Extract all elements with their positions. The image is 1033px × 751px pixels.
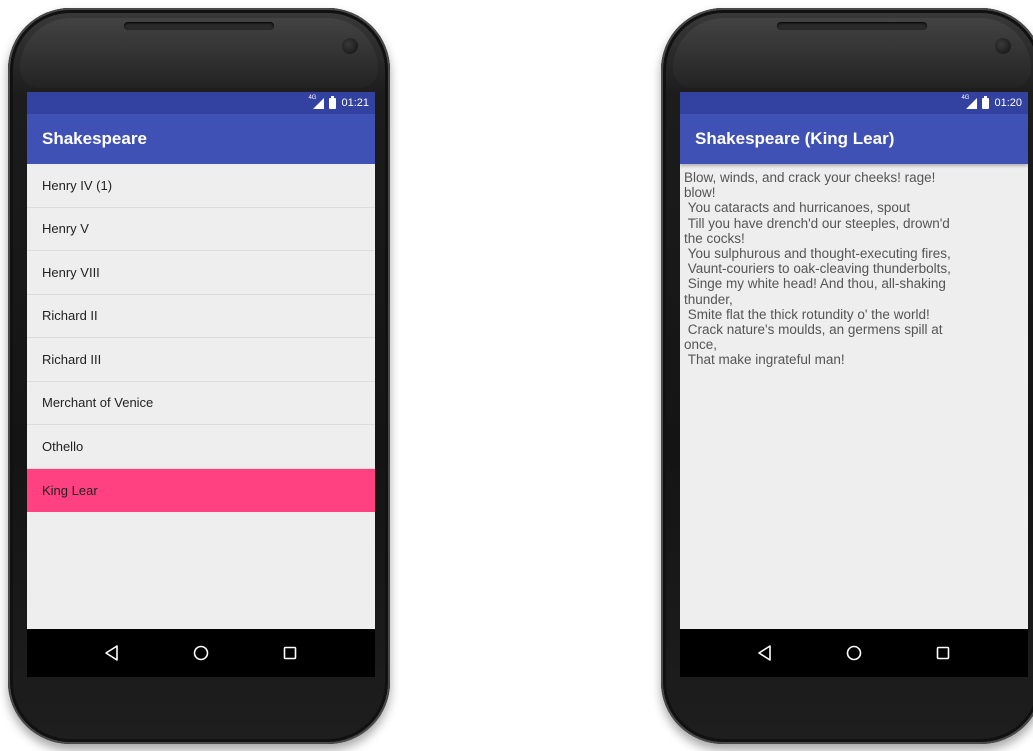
speaker-grille [777,22,927,30]
signal-icon: 4G [308,95,325,109]
list-item-henry-iv-1[interactable]: Henry IV (1) [27,164,375,208]
recents-icon[interactable] [275,638,305,668]
list-item-label: Merchant of Venice [42,395,154,411]
list-item-merchant-of-venice[interactable]: Merchant of Venice [27,382,375,425]
app-bar: Shakespeare (King Lear) [680,114,1028,164]
list-item-richard-iii[interactable]: Richard III [27,338,375,382]
list-item-label: Henry VIII [42,264,100,280]
back-icon[interactable] [97,638,127,668]
list-item-richard-ii[interactable]: Richard II [27,295,375,338]
screen-left: 4G 01:21 Shakespeare Henry IV (1) Henry … [27,92,375,677]
screen-right: 4G 01:20 Shakespeare (King Lear) Blow, w… [680,92,1028,677]
battery-icon [982,95,990,109]
app-title: Shakespeare (King Lear) [695,129,895,148]
list-item-label: King Lear [42,482,98,498]
home-icon[interactable] [186,638,216,668]
speaker-grille [124,22,274,30]
status-bar: 4G 01:21 [27,92,375,114]
back-icon[interactable] [750,638,780,668]
front-camera [342,38,358,54]
app-title: Shakespeare [42,129,147,148]
home-icon[interactable] [839,638,869,668]
status-time: 01:20 [994,97,1022,109]
list-item-label: Henry IV (1) [42,177,113,193]
phone-right: 4G 01:20 Shakespeare (King Lear) Blow, w… [661,8,1033,744]
phone-left: 4G 01:21 Shakespeare Henry IV (1) Henry … [8,8,390,744]
list-item-label: Richard II [42,308,98,324]
nav-bar [27,629,375,677]
battery-icon [329,95,337,109]
list-item-henry-v[interactable]: Henry V [27,208,375,251]
list-item-henry-viii[interactable]: Henry VIII [27,251,375,295]
list-item-label: Henry V [42,221,89,237]
status-time: 01:21 [341,97,369,109]
play-list: Henry IV (1) Henry V Henry VIII Richard … [27,164,375,512]
front-camera [995,38,1011,54]
signal-icon: 4G [961,95,978,109]
list-item-label: Richard III [42,351,102,367]
recents-icon[interactable] [928,638,958,668]
status-bar: 4G 01:20 [680,92,1028,114]
list-item-label: Othello [42,438,84,454]
play-excerpt-text: Blow, winds, and crack your cheeks! rage… [684,170,951,368]
app-bar: Shakespeare [27,114,375,164]
list-item-othello[interactable]: Othello [27,425,375,469]
nav-bar [680,629,1028,677]
list-item-king-lear[interactable]: King Lear [27,468,375,512]
